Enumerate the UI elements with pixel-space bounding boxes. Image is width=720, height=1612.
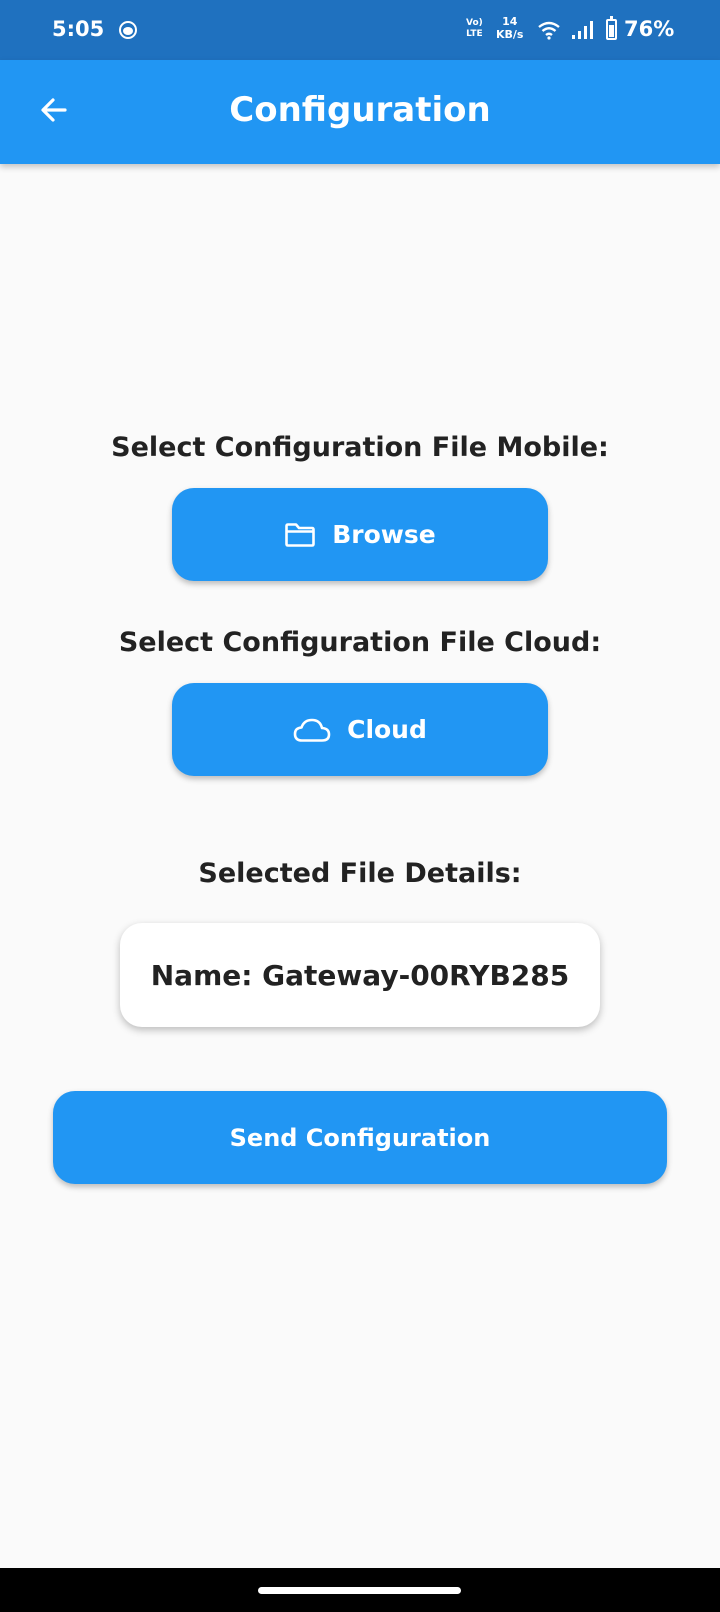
mobile-file-label: Select Configuration File Mobile: — [111, 432, 609, 463]
home-indicator[interactable] — [258, 1587, 461, 1594]
browse-button[interactable]: Browse — [172, 488, 548, 581]
cloud-icon — [293, 717, 331, 743]
page-title: Configuration — [229, 90, 491, 130]
send-configuration-label: Send Configuration — [229, 1123, 491, 1152]
volte-icon: Vo) LTE — [466, 18, 483, 39]
status-time: 5:05 — [52, 17, 105, 41]
send-configuration-button[interactable]: Send Configuration — [53, 1091, 667, 1184]
wifi-icon — [538, 21, 560, 40]
signal-icon — [572, 21, 593, 39]
battery-level: 76% — [624, 17, 675, 41]
phone-screen: 5:05 Vo) LTE 14 KB/s 76% Configuration S… — [0, 0, 720, 1612]
file-details-card: Name: Gateway-00RYB285 — [120, 923, 600, 1027]
navigation-bar — [0, 1568, 720, 1612]
file-name: Name: Gateway-00RYB285 — [150, 958, 570, 992]
notification-icon — [119, 21, 137, 39]
cloud-label: Cloud — [347, 715, 427, 744]
cloud-file-label: Select Configuration File Cloud: — [118, 627, 602, 658]
network-speed: 14 KB/s — [496, 15, 524, 41]
app-bar: Configuration — [0, 60, 720, 164]
browse-label: Browse — [332, 520, 436, 549]
folder-icon — [284, 522, 316, 548]
file-details-label: Selected File Details: — [198, 858, 522, 889]
cloud-button[interactable]: Cloud — [172, 683, 548, 776]
status-bar: 5:05 Vo) LTE 14 KB/s 76% — [0, 0, 720, 60]
battery-icon — [606, 16, 617, 40]
